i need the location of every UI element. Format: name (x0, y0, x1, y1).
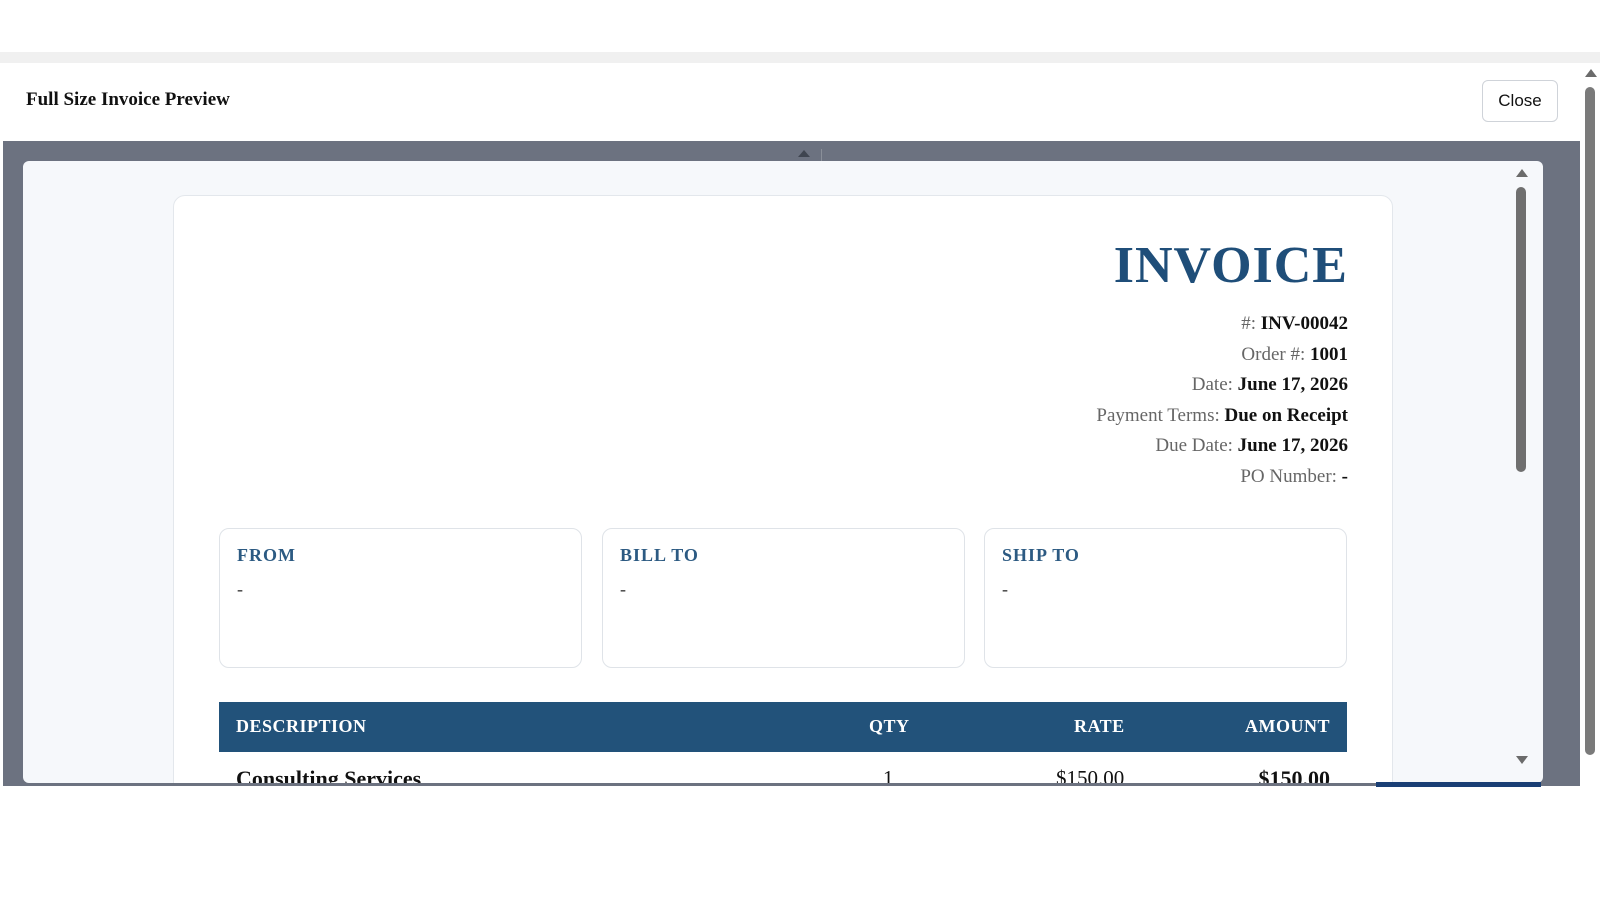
meta-date: Date: June 17, 2026 (1096, 370, 1348, 401)
inner-scrollbar[interactable] (1513, 161, 1529, 783)
meta-value: INV-00042 (1260, 313, 1348, 334)
outer-scroll-thumb[interactable] (1585, 87, 1595, 755)
from-title: FROM (237, 545, 296, 565)
invoice-meta: #: INV-00042 Order #: 1001 Date: June 17… (1096, 309, 1348, 492)
scroll-up-arrow-icon[interactable] (1585, 69, 1597, 77)
backdrop-divider (821, 149, 822, 161)
bill-to-title: BILL TO (620, 545, 699, 565)
caret-up-icon (798, 150, 810, 157)
item-rate: $150.00 (1056, 766, 1125, 783)
meta-label: Date: (1191, 374, 1238, 395)
meta-order-number: Order #: 1001 (1096, 340, 1348, 371)
meta-payment-terms: Payment Terms: Due on Receipt (1096, 401, 1348, 432)
scroll-down-arrow-icon[interactable] (1516, 756, 1528, 764)
invoice-title: INVOICE (1113, 237, 1348, 294)
window-top-strip (0, 52, 1600, 63)
meta-value: June 17, 2026 (1237, 435, 1348, 456)
meta-value: Due on Receipt (1224, 404, 1348, 426)
meta-value: June 17, 2026 (1237, 374, 1348, 395)
invoice-document: INVOICE #: INV-00042 Order #: 1001 Date:… (173, 195, 1393, 783)
bill-to-value: - (620, 579, 626, 599)
meta-label: #: (1241, 313, 1261, 334)
meta-value: 1001 (1310, 343, 1348, 365)
bill-to-card: BILL TO - (602, 528, 965, 668)
close-button[interactable]: Close (1482, 80, 1558, 122)
column-description: DESCRIPTION (236, 716, 367, 736)
meta-due-date: Due Date: June 17, 2026 (1096, 431, 1348, 462)
ship-to-card: SHIP TO - (984, 528, 1347, 668)
meta-value: - (1341, 465, 1348, 487)
column-qty: QTY (869, 716, 910, 736)
item-description: Consulting Services (236, 766, 422, 783)
meta-po-number: PO Number: - (1096, 462, 1348, 493)
invoice-preview-modal: Full Size Invoice Preview Close INVOICE … (3, 63, 1580, 786)
preview-backdrop: INVOICE #: INV-00042 Order #: 1001 Date:… (3, 141, 1580, 786)
item-amount: $150.00 (1258, 766, 1331, 783)
from-card: FROM - (219, 528, 582, 668)
meta-label: Payment Terms: (1096, 404, 1225, 426)
scroll-up-arrow-icon[interactable] (1516, 169, 1528, 177)
meta-label: Order #: (1241, 343, 1310, 365)
meta-label: Due Date: (1155, 435, 1238, 456)
background-accent-bar (1376, 782, 1541, 787)
meta-label: PO Number: (1240, 465, 1342, 487)
items-table-header: DESCRIPTION QTY RATE AMOUNT (219, 702, 1347, 752)
item-qty: 1 (883, 766, 894, 783)
column-amount: AMOUNT (1245, 716, 1330, 736)
meta-invoice-number: #: INV-00042 (1096, 309, 1348, 340)
invoice-scroll-frame[interactable]: INVOICE #: INV-00042 Order #: 1001 Date:… (23, 161, 1543, 783)
from-value: - (237, 579, 243, 599)
outer-scrollbar[interactable] (1582, 63, 1598, 786)
inner-scroll-thumb[interactable] (1516, 187, 1526, 472)
modal-header: Full Size Invoice Preview Close (3, 63, 1580, 141)
table-row: Consulting Services 1 $150.00 $150.00 (219, 756, 1347, 783)
ship-to-value: - (1002, 579, 1008, 599)
modal-title: Full Size Invoice Preview (26, 89, 230, 110)
column-rate: RATE (1074, 716, 1125, 736)
ship-to-title: SHIP TO (1002, 545, 1080, 565)
